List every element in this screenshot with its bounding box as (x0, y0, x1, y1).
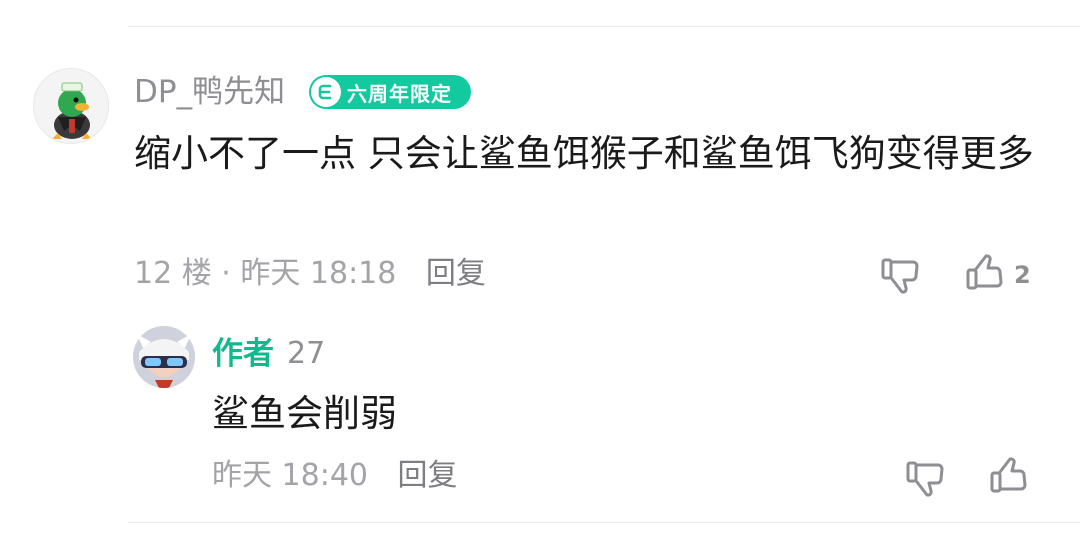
top-divider (128, 26, 1080, 27)
thumbs-up-icon (966, 254, 1003, 290)
reply-time: 昨天 18:40 (212, 458, 368, 493)
like-count: 2 (1014, 261, 1031, 289)
commenter-username[interactable]: DP_鸭先知 (134, 72, 285, 112)
author-avatar-image (133, 326, 195, 388)
duck-avatar-image (52, 82, 92, 139)
dislike-button[interactable] (879, 252, 925, 298)
like-button[interactable]: 2 (964, 250, 1031, 296)
reply-body: 鲨鱼会削弱 (212, 392, 397, 435)
commenter-avatar[interactable] (33, 68, 109, 144)
bottom-divider (128, 522, 1080, 523)
reply-dislike-button[interactable] (904, 455, 950, 501)
thumbs-down-icon (906, 461, 944, 497)
thumbs-down-icon (881, 258, 919, 294)
author-avatar[interactable] (133, 326, 195, 388)
author-username[interactable]: 27 (287, 334, 325, 374)
floor-number: 12 楼 (134, 256, 212, 291)
badge-label: 六周年限定 (347, 81, 452, 106)
anniversary-badge-icon (311, 77, 341, 107)
thumbs-up-icon (990, 457, 1027, 493)
reply-meta: 昨天 18:40 回复 (212, 456, 458, 496)
anniversary-badge[interactable]: 六周年限定 (309, 75, 471, 109)
comment-time: 昨天 18:18 (240, 256, 397, 291)
meta-separator: · (221, 256, 231, 291)
author-tag: 作者 (212, 336, 274, 372)
reply-like-button[interactable] (988, 453, 1034, 499)
reply-button[interactable]: 回复 (426, 256, 486, 291)
reply-reply-button[interactable]: 回复 (398, 458, 458, 493)
comment-body: 缩小不了一点 只会让鲨鱼饵猴子和鲨鱼饵飞狗变得更多 (134, 132, 1034, 175)
comment-meta: 12 楼 · 昨天 18:18 回复 (134, 254, 486, 294)
